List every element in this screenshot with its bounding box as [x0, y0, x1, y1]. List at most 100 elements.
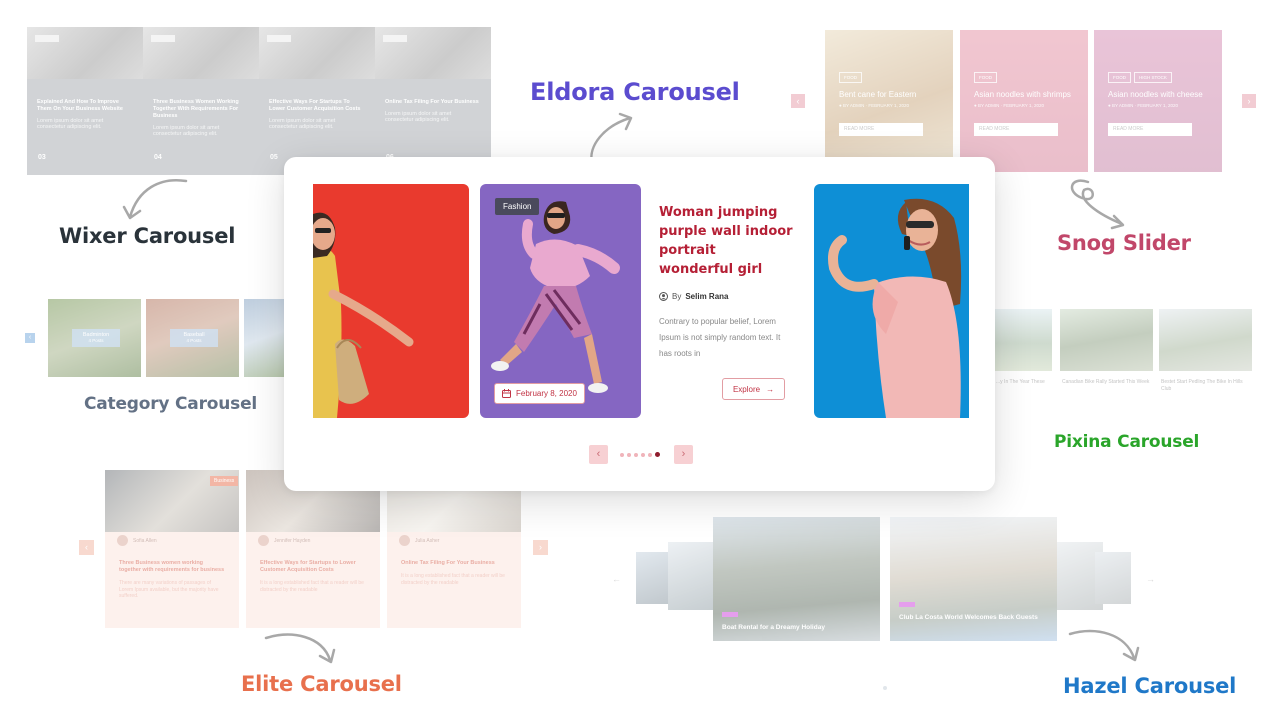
snog-card[interactable]: FOOD Asian noodles with shrimps ● BY ADM… [960, 30, 1088, 172]
elite-label-text: Elite Carousel [241, 672, 402, 696]
arrow-right-icon: → [766, 384, 775, 394]
category-prev-button[interactable]: ‹ [25, 333, 35, 343]
snog-card-title: Bent cane for Eastern [839, 90, 917, 99]
wixer-arrow-icon [122, 179, 188, 220]
elite-card-title: Online Tax Filing For Your Business [401, 560, 495, 566]
pixina-card[interactable]: ...y In The Year These [994, 309, 1052, 417]
category-card-count: 4 Posts [186, 338, 202, 343]
hazel-card-caption: Boat Rental for a Dreamy Holiday [722, 624, 825, 631]
snog-label-text: Snog Slider [1057, 231, 1191, 255]
article-title[interactable]: Woman jumping purple wall indoor portrai… [659, 203, 794, 279]
wixer-label-text: Wixer Carousel [59, 224, 236, 248]
elite-arrow-icon [264, 633, 336, 664]
hazel-prev-icon[interactable]: ← [612, 574, 621, 584]
category-card[interactable]: Badminton 4 Posts [48, 299, 141, 377]
wixer-card-title: Three Business Women Working Together Wi… [153, 99, 239, 119]
pagination-dot[interactable] [620, 453, 624, 457]
category-label: Category Carousel [84, 394, 257, 414]
wixer-card[interactable]: Three Business Women Working Together Wi… [143, 27, 259, 175]
elite-card-title: Effective Ways for Startups to Lower Cus… [260, 560, 356, 573]
eldora-label: Eldora Carousel [530, 78, 740, 106]
eldora-slide-prev[interactable] [313, 184, 469, 418]
hazel-arrow-icon [1068, 629, 1140, 662]
author-name[interactable]: Selim Rana [685, 292, 728, 301]
hazel-card-thumb[interactable] [668, 542, 714, 610]
snog-card-title: Asian noodles with shrimps [974, 90, 1071, 99]
snog-read-more-button[interactable]: READ MORE [974, 123, 1058, 136]
wixer-card-title: Effective Ways For Startups To Lower Cus… [269, 99, 361, 112]
wixer-label: Wixer Carousel [59, 224, 235, 248]
calendar-icon [502, 389, 511, 398]
snog-card[interactable]: FOOD HIGH STOCK Asian noodles with cheese… [1094, 30, 1222, 172]
wixer-card[interactable]: Online Tax Filing For Your Business Lorem… [375, 27, 491, 175]
snog-tag: FOOD [1108, 72, 1131, 83]
pagination-dot[interactable] [627, 453, 631, 457]
snog-read-more-button[interactable]: READ MORE [1108, 123, 1192, 136]
user-icon [659, 292, 668, 301]
elite-card-text: It is a long established fact that a rea… [401, 573, 505, 586]
snog-tag: FOOD [974, 72, 997, 83]
category-card[interactable] [244, 299, 284, 377]
elite-card-author: Jennifer Hayden [246, 532, 380, 550]
elite-card-text: It is a long established fact that a rea… [260, 580, 364, 593]
hazel-next-icon[interactable]: → [1146, 574, 1155, 584]
elite-card[interactable]: Sofia Allen Three Business women working… [105, 470, 239, 628]
explore-button[interactable]: Explore → [722, 378, 785, 400]
woman-phone-image [828, 198, 962, 418]
category-card-count: 4 Posts [88, 338, 104, 343]
snog-read-more-button[interactable]: READ MORE [839, 123, 923, 136]
category-card[interactable]: Baseball 4 Posts [146, 299, 239, 377]
hazel-dot[interactable] [883, 686, 887, 690]
pixina-label-text: Pixina Carousel [1054, 432, 1200, 452]
eldora-label-text: Eldora Carousel [530, 78, 740, 106]
elite-card[interactable]: Jennifer Hayden Effective Ways for Start… [246, 470, 380, 628]
hazel-label-text: Hazel Carousel [1063, 674, 1237, 698]
elite-label: Elite Carousel [241, 672, 402, 696]
wixer-card-title: Online Tax Filing For Your Business [385, 99, 479, 105]
elite-prev-button[interactable]: ‹ [79, 540, 94, 555]
hazel-card-caption: Club La Costa World Welcomes Back Guests [899, 614, 1038, 621]
snog-prev-button[interactable]: ‹ [791, 94, 805, 108]
elite-card-author: Julia Asher [387, 532, 521, 550]
pagination-dot[interactable] [634, 453, 638, 457]
hazel-card[interactable]: Boat Rental for a Dreamy Holiday [713, 517, 880, 641]
date-text: February 8, 2020 [516, 389, 577, 398]
elite-card[interactable]: Julia Asher Online Tax Filing For Your B… [387, 470, 521, 628]
date-badge: February 8, 2020 [494, 383, 585, 404]
wixer-card[interactable]: Effective Ways For Startups To Lower Cus… [259, 27, 375, 175]
snog-next-button[interactable]: › [1242, 94, 1256, 108]
elite-card-title: Three Business women working together wi… [119, 560, 225, 573]
pixina-label: Pixina Carousel [1054, 432, 1199, 452]
article-excerpt: Contrary to popular belief, Lorem Ipsum … [659, 317, 781, 358]
woman-figure-image [313, 212, 414, 418]
pixina-card-text: Canadian Bike Rally Started This Week [1062, 379, 1150, 385]
pagination-dot[interactable] [648, 453, 652, 457]
pixina-card[interactable]: Canadian Bike Rally Started This Week [1060, 309, 1153, 417]
eldora-slide-active[interactable]: Fashion February 8, 2020 [480, 184, 641, 418]
eldora-next-button[interactable]: › [674, 445, 693, 464]
eldora-prev-button[interactable]: ‹ [589, 445, 608, 464]
pixina-card-text: ...y In The Year These [996, 379, 1045, 385]
wixer-card-number: 04 [154, 154, 162, 161]
snog-tag: HIGH STOCK [1134, 72, 1172, 83]
snog-card-title: Asian noodles with cheese [1108, 90, 1203, 99]
eldora-slide-next[interactable] [814, 184, 969, 418]
hazel-card[interactable]: Club La Costa World Welcomes Back Guests [890, 517, 1057, 641]
snog-card[interactable]: FOOD Bent cane for Eastern ● BY ADMIN · … [825, 30, 953, 172]
elite-next-button[interactable]: › [533, 540, 548, 555]
explore-label: Explore [732, 384, 761, 394]
pixina-card[interactable]: Bestet Start Pedling The Bike In Hills C… [1159, 309, 1252, 417]
fashion-tag[interactable]: Fashion [495, 198, 540, 215]
article-author: By Selim Rana [659, 292, 794, 301]
wixer-card-number: 05 [270, 154, 278, 161]
hazel-label: Hazel Carousel [1063, 674, 1236, 698]
hazel-card-thumb[interactable] [1095, 552, 1131, 604]
category-label-text: Category Carousel [84, 394, 258, 414]
snog-tag: FOOD [839, 72, 862, 83]
pixina-card-text: Bestet Start Pedling The Bike In Hills C… [1161, 379, 1243, 392]
pagination-dot[interactable] [641, 453, 645, 457]
wixer-card-number: 03 [38, 154, 46, 161]
pagination-dot-active[interactable] [655, 452, 660, 457]
wixer-card[interactable]: Explained And How To Improve Them On You… [27, 27, 143, 175]
elite-card-author: Sofia Allen [105, 532, 239, 550]
